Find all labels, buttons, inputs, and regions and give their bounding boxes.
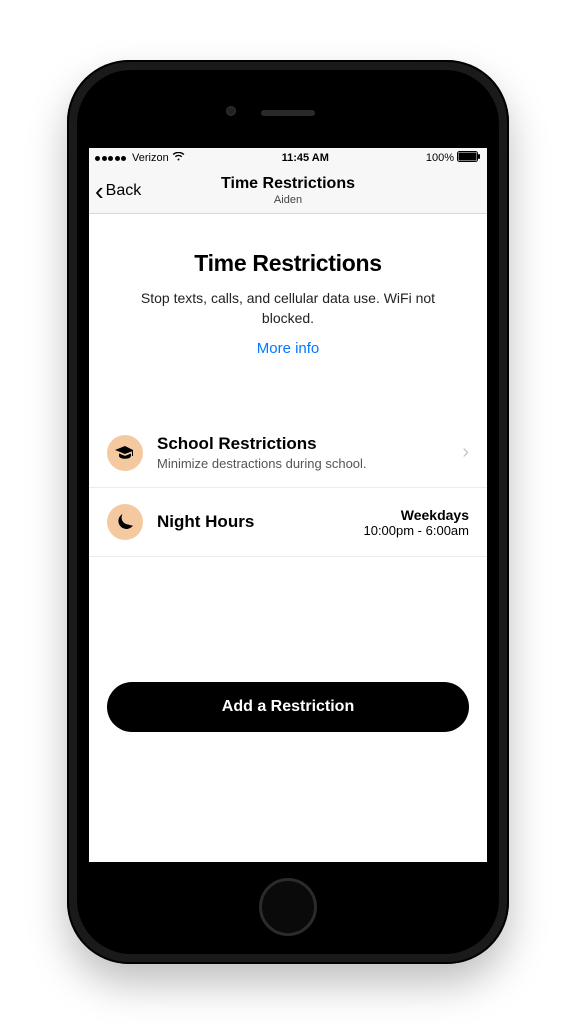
page-description: Stop texts, calls, and cellular data use… bbox=[117, 289, 459, 328]
add-restriction-button[interactable]: Add a Restriction bbox=[107, 682, 469, 732]
back-button[interactable]: ‹ Back bbox=[95, 168, 141, 213]
row-subtitle: Minimize destractions during school. bbox=[157, 456, 444, 471]
screen: Verizon 11:45 AM 100% ‹ Back bbox=[89, 148, 487, 862]
back-label: Back bbox=[106, 182, 142, 200]
battery-label: 100% bbox=[426, 152, 454, 164]
moon-icon bbox=[107, 504, 143, 540]
phone-inner: Verizon 11:45 AM 100% ‹ Back bbox=[77, 70, 499, 954]
battery-icon bbox=[457, 151, 481, 165]
nav-subtitle: Aiden bbox=[221, 194, 355, 207]
status-right: 100% bbox=[426, 151, 481, 165]
graduation-cap-icon bbox=[107, 435, 143, 471]
spacer bbox=[89, 378, 487, 418]
nav-title: Time Restrictions bbox=[221, 174, 355, 193]
row-title: Night Hours bbox=[157, 512, 349, 532]
chevron-right-icon: › bbox=[462, 441, 469, 464]
home-button[interactable] bbox=[259, 878, 317, 936]
row-school-restrictions[interactable]: School Restrictions Minimize destraction… bbox=[89, 418, 487, 488]
wifi-icon bbox=[172, 152, 185, 164]
nav-bar: ‹ Back Time Restrictions Aiden bbox=[89, 168, 487, 214]
schedule-hours: 10:00pm - 6:00am bbox=[363, 523, 469, 538]
carrier-label: Verizon bbox=[132, 152, 169, 164]
row-body: School Restrictions Minimize destraction… bbox=[157, 434, 444, 471]
more-info-link[interactable]: More info bbox=[257, 340, 320, 357]
chevron-left-icon: ‹ bbox=[95, 178, 104, 204]
status-left: Verizon bbox=[95, 152, 185, 164]
phone-camera bbox=[226, 106, 236, 116]
content: Time Restrictions Stop texts, calls, and… bbox=[89, 214, 487, 862]
phone-speaker bbox=[261, 110, 315, 116]
footer-area: Add a Restriction bbox=[89, 682, 487, 862]
row-body: Night Hours bbox=[157, 512, 349, 532]
row-night-hours[interactable]: Night Hours Weekdays 10:00pm - 6:00am bbox=[89, 488, 487, 557]
phone-frame: Verizon 11:45 AM 100% ‹ Back bbox=[67, 60, 509, 964]
status-bar: Verizon 11:45 AM 100% bbox=[89, 148, 487, 168]
status-time: 11:45 AM bbox=[282, 152, 329, 164]
hero: Time Restrictions Stop texts, calls, and… bbox=[89, 214, 487, 378]
row-right: Weekdays 10:00pm - 6:00am bbox=[363, 507, 469, 538]
page-title: Time Restrictions bbox=[117, 250, 459, 277]
nav-title-block: Time Restrictions Aiden bbox=[221, 174, 355, 206]
schedule-days: Weekdays bbox=[363, 507, 469, 523]
row-title: School Restrictions bbox=[157, 434, 444, 454]
signal-dots-icon bbox=[95, 156, 126, 161]
